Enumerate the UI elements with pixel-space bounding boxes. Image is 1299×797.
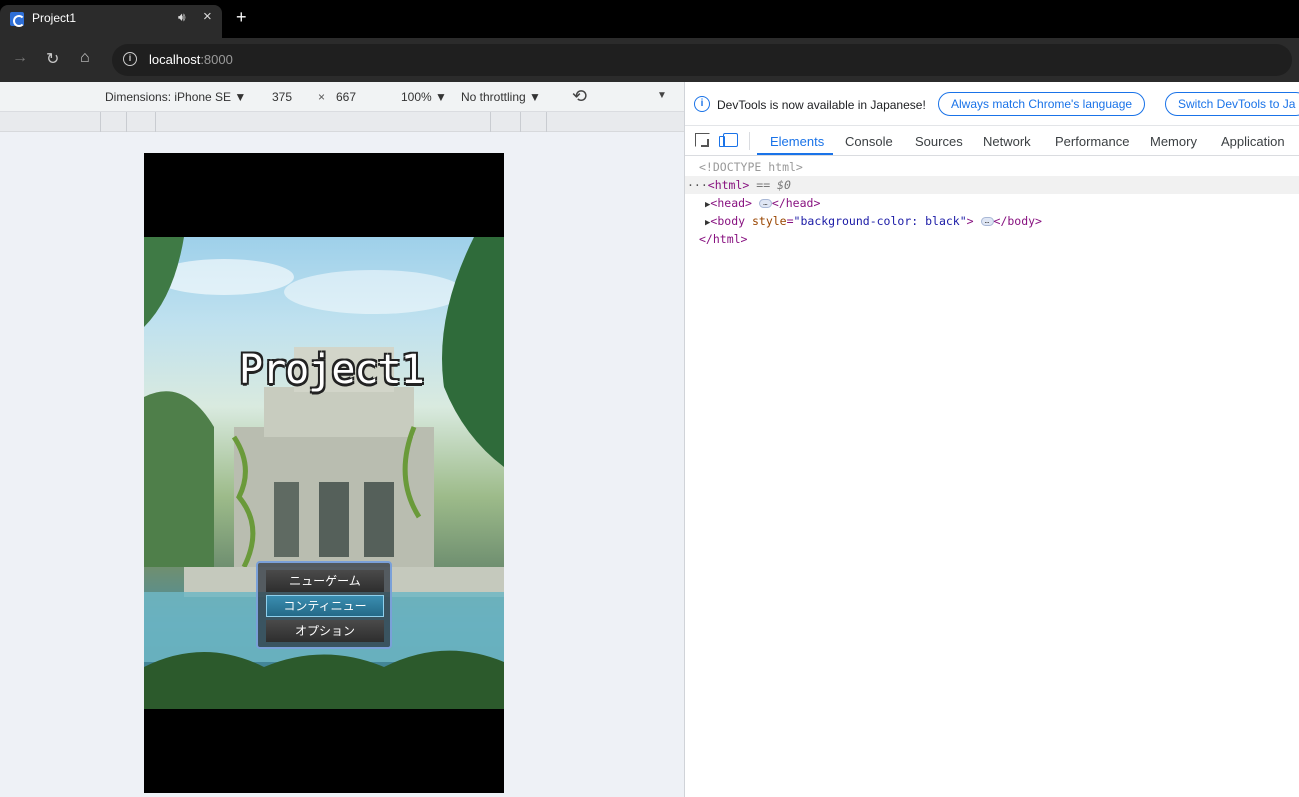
device-toggle-icon[interactable] <box>719 133 738 147</box>
selected-marker: == $0 <box>756 178 791 192</box>
tab-performance[interactable]: Performance <box>1055 134 1129 149</box>
height-field[interactable]: 667 <box>336 90 356 104</box>
ruler-divider <box>100 112 101 132</box>
tab-elements[interactable]: Elements <box>770 134 824 149</box>
infobar-message: DevTools is now available in Japanese! <box>717 98 926 112</box>
zoom-dropdown[interactable]: 100% ▼ <box>401 90 447 104</box>
game-canvas[interactable]: Project1 ニューゲーム コンティニュー オプション <box>144 153 504 793</box>
menu-item-continue[interactable]: コンティニュー <box>266 595 384 617</box>
tab-close-button[interactable]: × <box>203 8 212 25</box>
info-icon[interactable]: i <box>123 52 137 66</box>
rotate-icon[interactable]: ⟲ <box>572 86 587 107</box>
tab-console[interactable]: Console <box>845 134 893 149</box>
menu-item-options[interactable]: オプション <box>266 620 384 642</box>
language-infobar: i DevTools is now available in Japanese!… <box>685 82 1299 126</box>
inspect-element-icon[interactable] <box>695 133 710 147</box>
reload-icon[interactable]: ↻ <box>46 49 59 69</box>
collapsed-content-icon[interactable]: … <box>758 199 772 208</box>
url-host: localhost <box>149 52 201 67</box>
ruler-divider <box>490 112 491 132</box>
html-open-tag: <html> <box>707 178 750 192</box>
dom-line-body[interactable]: ▶<body style="background-color: black"> … <box>685 212 1299 230</box>
times-sign: × <box>318 90 326 104</box>
forward-arrow-icon[interactable]: → <box>12 49 28 67</box>
dom-line-html-close[interactable]: </html> <box>685 230 1299 248</box>
switch-devtools-language-button[interactable]: Switch DevTools to Ja <box>1165 92 1299 116</box>
game-title: Project1 <box>239 347 425 393</box>
title-menu: ニューゲーム コンティニュー オプション <box>256 561 392 649</box>
address-bar[interactable]: i localhost:8000 <box>112 44 1292 76</box>
device-toolbar: Dimensions: iPhone SE ▼ 375 × 667 100% ▼… <box>0 82 684 112</box>
ruler-divider <box>546 112 547 132</box>
devtools-tabbar: Elements Console Sources Network Perform… <box>685 126 1299 156</box>
tab-memory[interactable]: Memory <box>1150 134 1197 149</box>
active-tab-indicator <box>757 153 833 155</box>
title-screen-background: Project1 ニューゲーム コンティニュー オプション <box>144 237 504 709</box>
tab-sources[interactable]: Sources <box>915 134 963 149</box>
tab-strip: Project1 🔊︎ × + <box>0 0 1299 38</box>
info-icon: i <box>694 96 710 112</box>
row-dots: ··· <box>687 178 708 192</box>
home-icon[interactable]: ⌂ <box>80 49 90 67</box>
always-match-language-button[interactable]: Always match Chrome's language <box>938 92 1146 116</box>
media-query-ruler <box>0 112 684 132</box>
url-port: :8000 <box>200 52 233 67</box>
speaker-icon[interactable]: 🔊︎ <box>178 10 186 25</box>
url-text: localhost:8000 <box>149 52 233 67</box>
menu-item-new-game[interactable]: ニューゲーム <box>266 570 384 592</box>
ruler-divider <box>155 112 156 132</box>
emulated-viewport-area: Project1 ニューゲーム コンティニュー オプション <box>0 132 684 797</box>
tab-network[interactable]: Network <box>983 134 1031 149</box>
ruler-divider <box>520 112 521 132</box>
tab-title: Project1 <box>32 11 77 25</box>
toolbar-divider <box>749 132 750 150</box>
favicon-icon <box>10 12 25 27</box>
new-tab-button[interactable]: + <box>236 8 247 26</box>
browser-tab[interactable]: Project1 🔊︎ × <box>0 5 222 38</box>
browser-toolbar: → ↻ ⌂ i localhost:8000 <box>0 38 1299 82</box>
dom-line-doctype[interactable]: <!DOCTYPE html> <box>685 158 1299 176</box>
dimensions-dropdown[interactable]: Dimensions: iPhone SE ▼ <box>105 90 246 104</box>
width-field[interactable]: 375 <box>272 90 292 104</box>
more-options-button[interactable]: ▼ <box>657 90 667 101</box>
ruler-divider <box>126 112 127 132</box>
collapsed-content-icon[interactable]: … <box>980 217 994 226</box>
devtools-panel: i DevTools is now available in Japanese!… <box>684 82 1299 797</box>
dom-line-html[interactable]: ···<html> == $0 <box>685 176 1299 194</box>
tab-application[interactable]: Application <box>1221 134 1285 149</box>
dom-line-head[interactable]: ▶<head> … </head> <box>685 194 1299 212</box>
throttling-dropdown[interactable]: No throttling ▼ <box>461 90 541 104</box>
